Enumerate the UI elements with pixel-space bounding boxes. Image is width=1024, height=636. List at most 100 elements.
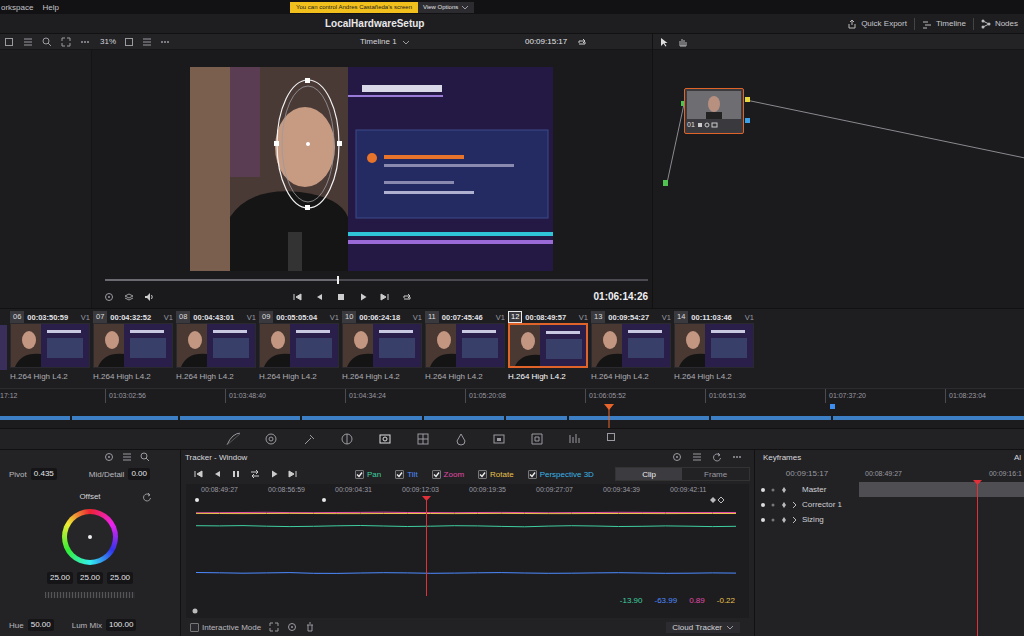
hue-field[interactable]: 50.00: [28, 619, 54, 631]
keyframe-lane[interactable]: [859, 482, 1024, 497]
sizing-icon[interactable]: [530, 432, 544, 446]
clip[interactable]: 0600:03:50:59V1H.264 High L4.2: [10, 311, 90, 388]
keyframe-dot[interactable]: [195, 498, 199, 502]
track-option[interactable]: Tilt: [395, 470, 417, 479]
visibility-icon[interactable]: [769, 516, 777, 524]
scrubber-track[interactable]: [105, 279, 648, 281]
scroll-handle-icon[interactable]: [192, 608, 198, 614]
play-icon[interactable]: [358, 292, 368, 302]
search-icon[interactable]: [42, 37, 52, 47]
clip-segment[interactable]: [72, 416, 177, 420]
clip-segment[interactable]: [0, 416, 70, 420]
add-feature-icon[interactable]: [269, 622, 279, 632]
target-icon[interactable]: [672, 452, 682, 462]
wheel-value-field[interactable]: 25.00: [107, 572, 133, 584]
speaker-icon[interactable]: [144, 292, 154, 302]
reset-icon[interactable]: [712, 452, 722, 462]
more-icon[interactable]: [160, 37, 170, 47]
power-window-icon[interactable]: [340, 432, 354, 446]
loop-icon[interactable]: [577, 37, 587, 47]
more-icon[interactable]: [732, 452, 742, 462]
key-icon[interactable]: [492, 432, 506, 446]
enable-dot-icon[interactable]: [761, 518, 765, 522]
pivot-field[interactable]: 0.435: [31, 468, 57, 480]
color-warper-icon[interactable]: [264, 432, 278, 446]
track-option[interactable]: Rotate: [478, 470, 514, 479]
expand-icon[interactable]: [61, 37, 71, 47]
curves-icon[interactable]: [226, 432, 240, 446]
layers-icon[interactable]: [124, 292, 134, 302]
track-forward-icon[interactable]: [269, 469, 279, 479]
keyframe-dot[interactable]: [322, 498, 326, 502]
playhead[interactable]: [604, 404, 614, 428]
track-both-icon[interactable]: [250, 469, 260, 479]
interactive-mode[interactable]: Interactive Mode: [190, 623, 261, 632]
keyframe-track[interactable]: Master: [755, 482, 1024, 497]
lum-mix-field[interactable]: 100.00: [106, 619, 136, 631]
checkbox[interactable]: [190, 623, 199, 632]
graph-scrollbar[interactable]: [186, 608, 749, 614]
offset-wheel[interactable]: [62, 509, 118, 565]
checkbox[interactable]: [355, 470, 364, 479]
master-wheel-slider[interactable]: [45, 592, 135, 598]
jump-start-icon[interactable]: [292, 292, 302, 302]
visibility-icon[interactable]: [769, 486, 777, 494]
header-button[interactable]: Quick Export: [847, 19, 907, 29]
keyframe-icon[interactable]: [781, 486, 787, 494]
visibility-icon[interactable]: [769, 501, 777, 509]
delete-icon[interactable]: [305, 622, 315, 632]
timeline-selector[interactable]: Timeline 1: [360, 37, 525, 46]
header-button[interactable]: Timeline: [922, 19, 966, 29]
clip[interactable]: 1100:07:45:46V1H.264 High L4.2: [425, 311, 505, 388]
stop-icon[interactable]: [336, 292, 346, 302]
checkbox[interactable]: [478, 470, 487, 479]
bars-icon[interactable]: [122, 452, 132, 462]
timeline-marker[interactable]: [830, 404, 835, 409]
target-icon[interactable]: [104, 452, 114, 462]
info-icon[interactable]: [606, 432, 620, 446]
clip[interactable]: 1000:06:24:18V1H.264 High L4.2: [342, 311, 422, 388]
target-icon[interactable]: [104, 292, 114, 302]
clip-segment[interactable]: [833, 416, 1024, 420]
keyframes-playhead[interactable]: [973, 480, 982, 636]
clip-segment[interactable]: [569, 416, 709, 420]
scopes-icon[interactable]: [568, 432, 582, 446]
keyframe-lane[interactable]: [859, 512, 1024, 527]
track-end-icon[interactable]: [288, 469, 298, 479]
header-button[interactable]: Nodes: [981, 19, 1018, 29]
reset-icon[interactable]: [142, 492, 152, 502]
clip-segment[interactable]: [180, 416, 300, 420]
clip-segment[interactable]: [424, 416, 504, 420]
wheel-value-field[interactable]: 25.00: [77, 572, 103, 584]
reverse-icon[interactable]: [314, 292, 324, 302]
track-option[interactable]: Zoom: [432, 470, 464, 479]
grid-icon[interactable]: [692, 452, 702, 462]
track-start-icon[interactable]: [193, 469, 203, 479]
track-pause-icon[interactable]: [231, 469, 241, 479]
search-icon[interactable]: [140, 452, 150, 462]
tracker-icon[interactable]: [378, 432, 392, 446]
track-reverse-step-icon[interactable]: [212, 469, 222, 479]
clip[interactable]: 1400:11:03:46V1H.264 High L4.2: [674, 311, 754, 388]
menu-item[interactable]: Help: [42, 3, 58, 12]
mid-detail-field[interactable]: 0.00: [128, 468, 150, 480]
clip-segment[interactable]: [302, 416, 422, 420]
list-icon[interactable]: [23, 37, 33, 47]
node[interactable]: 01: [684, 88, 744, 134]
keyframe-lane[interactable]: [859, 497, 1024, 512]
track-mode-button[interactable]: Clip: [616, 468, 683, 480]
track-mode-button[interactable]: Frame: [682, 468, 749, 480]
hand-icon[interactable]: [677, 37, 687, 47]
set-point-icon[interactable]: [287, 622, 297, 632]
expand-toggle[interactable]: [791, 516, 798, 524]
clip[interactable]: 0700:04:32:52V1H.264 High L4.2: [93, 311, 173, 388]
track-option[interactable]: Perspective 3D: [528, 470, 594, 479]
clip-thumbnail[interactable]: [0, 325, 7, 370]
checkbox[interactable]: [432, 470, 441, 479]
split-icon[interactable]: [142, 37, 152, 47]
clip[interactable]: 0800:04:43:01V1H.264 High L4.2: [176, 311, 256, 388]
tracker-mode-dropdown[interactable]: Cloud Tracker: [666, 622, 740, 633]
keyframe-track[interactable]: Corrector 1: [755, 497, 1024, 512]
track-option[interactable]: Pan: [355, 470, 381, 479]
clip[interactable]: 1300:09:54:27V1H.264 High L4.2: [591, 311, 671, 388]
